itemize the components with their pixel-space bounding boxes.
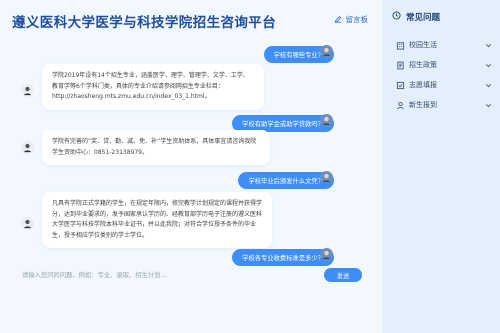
- person-icon: [396, 101, 405, 110]
- sidebar-item-admission-policy[interactable]: 招生政策: [396, 59, 492, 71]
- input-bar: 发送: [12, 264, 362, 286]
- chevron-down-icon: [485, 102, 492, 109]
- building-icon: [396, 41, 405, 50]
- sidebar-item-application[interactable]: 志愿填报: [396, 79, 492, 91]
- user-avatar-icon: [320, 171, 333, 184]
- answer-bubble: 学院有完善的“奖、贷、勤、减、免、补”学生资助体系，具体事宜请咨询我院学生资助中…: [42, 130, 270, 165]
- chevron-down-icon: [485, 42, 492, 49]
- sidebar-item-label: 招生政策: [409, 61, 437, 69]
- faq-sidebar: 常见问题 校园生活 招生政策 志愿填报 新生报到: [382, 0, 500, 333]
- chevron-down-icon: [485, 82, 492, 89]
- question-input[interactable]: [12, 266, 324, 284]
- sidebar-item-label: 新生报到: [409, 101, 437, 109]
- answer-bubble: 凡具有学院正式学籍的学生，在规定年限内，修完教学计划规定的课程并获得学分，达到毕…: [42, 192, 272, 248]
- bot-avatar-icon: [21, 141, 34, 154]
- chat-panel: 遵义医科大学医学与科技学院招生咨询平台 留言板 学校有哪些专业？ 学院2019年…: [0, 0, 382, 333]
- chevron-down-icon: [485, 62, 492, 69]
- clock-icon: [392, 11, 401, 23]
- sidebar-item-label: 志愿填报: [409, 81, 437, 89]
- edit-icon: [334, 15, 342, 25]
- user-avatar-icon: [320, 45, 333, 58]
- user-avatar-icon: [320, 248, 333, 261]
- form-icon: [396, 81, 405, 90]
- sidebar-item-freshman[interactable]: 新生报到: [396, 99, 492, 111]
- document-icon: [396, 61, 405, 70]
- bot-avatar-icon: [21, 84, 34, 97]
- page-title: 遵义医科大学医学与科技学院招生咨询平台: [12, 15, 277, 31]
- sidebar-item-label: 校园生活: [409, 41, 437, 49]
- guestbook-label: 留言板: [345, 15, 369, 24]
- sidebar-item-campus-life[interactable]: 校园生活: [396, 39, 492, 51]
- answer-bubble: 学院2019年设有14个招生专业，涵盖医学、理学、管理学、文学、工学、教育学等6…: [42, 64, 264, 110]
- guestbook-button[interactable]: 留言板: [334, 14, 369, 25]
- user-avatar-icon: [320, 114, 333, 127]
- faq-header: 常见问题: [392, 11, 440, 23]
- header: 遵义医科大学医学与科技学院招生咨询平台 留言板: [0, 0, 382, 36]
- faq-title: 常见问题: [406, 13, 441, 23]
- send-button[interactable]: 发送: [324, 268, 362, 282]
- bot-avatar-icon: [21, 217, 34, 230]
